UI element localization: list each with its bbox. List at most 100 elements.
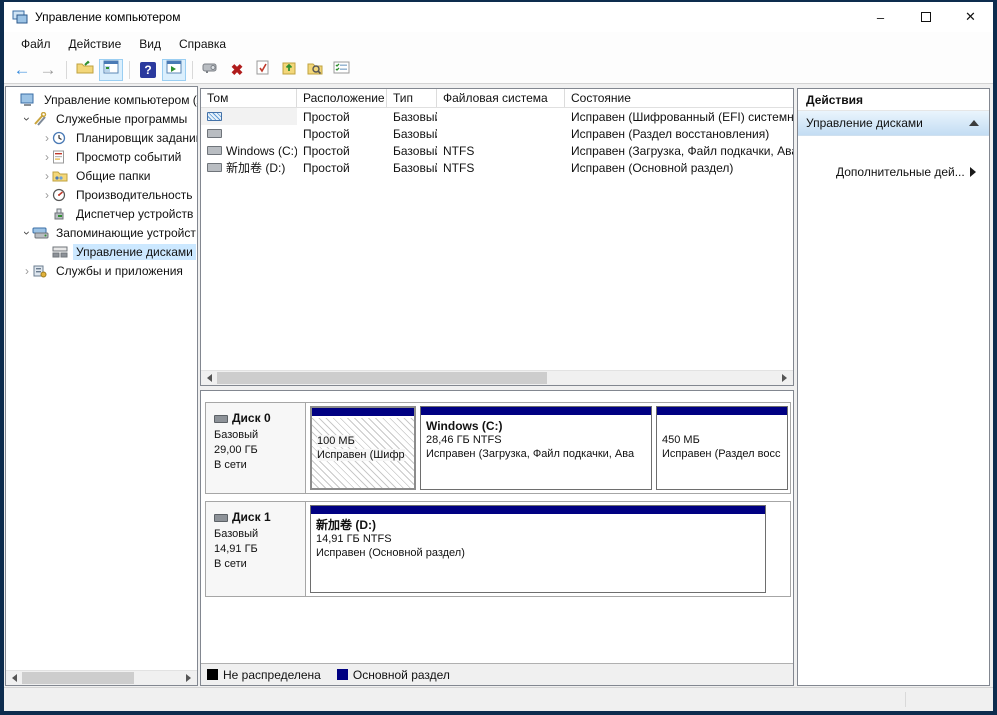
volume-type: Базовый	[387, 159, 437, 176]
disk-1-label[interactable]: Диск 1 Базовый 14,91 ГБ В сети	[206, 502, 306, 596]
partition-size: 28,46 ГБ NTFS	[426, 433, 646, 447]
disk-0-partitions: 100 МБ Исправен (Шифр Windows (C:) 28,46…	[307, 403, 790, 493]
partition-recovery[interactable]: 450 МБ Исправен (Раздел восс	[656, 406, 788, 490]
submenu-arrow-icon	[970, 167, 981, 177]
volume-icon	[207, 112, 222, 121]
scroll-right-icon[interactable]	[778, 371, 793, 385]
more-actions-item[interactable]: Дополнительные дей...	[798, 162, 989, 182]
properties-button[interactable]	[251, 59, 275, 81]
tree-item-label: Общие папки	[73, 168, 153, 184]
scrollbar-thumb[interactable]	[217, 372, 547, 384]
partition-efi[interactable]: 100 МБ Исправен (Шифр	[310, 406, 416, 490]
expander-icon[interactable]: ›	[42, 131, 52, 145]
scroll-right-icon[interactable]	[182, 671, 197, 685]
tree-item-device-manager[interactable]: › Диспетчер устройств	[6, 204, 197, 223]
maximize-button[interactable]	[903, 2, 948, 32]
expander-icon[interactable]: ›	[42, 188, 52, 202]
expander-icon[interactable]: ›	[20, 114, 34, 124]
expander-icon[interactable]: ›	[42, 169, 52, 183]
disk-status: В сети	[214, 557, 305, 572]
tree-item-storage[interactable]: › Запоминающие устройст	[6, 223, 197, 242]
window-title: Управление компьютером	[35, 10, 858, 24]
scroll-left-icon[interactable]	[6, 671, 21, 685]
tree-item-system-tools[interactable]: › Служебные программы	[6, 109, 197, 128]
partition-windows-c[interactable]: Windows (C:) 28,46 ГБ NTFS Исправен (Заг…	[420, 406, 652, 490]
volume-icon	[207, 163, 222, 172]
up-folder-button[interactable]	[73, 59, 97, 81]
console-window-button[interactable]	[199, 59, 223, 81]
volume-row-recovery[interactable]: Простой Базовый Исправен (Раздел восстан…	[201, 125, 793, 142]
app-icon	[12, 10, 28, 25]
actions-disk-management-section[interactable]: Управление дисками	[798, 111, 989, 136]
column-header-layout[interactable]: Расположение	[297, 89, 387, 107]
column-header-status[interactable]: Состояние	[565, 89, 793, 107]
disk-name: Диск 1	[232, 510, 271, 525]
volume-row-d[interactable]: 新加卷 (D:) Простой Базовый NTFS Исправен (…	[201, 159, 793, 176]
volume-row-windows-c[interactable]: Windows (C:) Простой Базовый NTFS Исправ…	[201, 142, 793, 159]
volume-list-horizontal-scrollbar[interactable]	[201, 370, 793, 385]
tree-item-label: Управление компьютером (л	[41, 92, 198, 108]
volume-row-efi[interactable]: Простой Базовый Исправен (Шифрованный (E…	[201, 108, 793, 125]
tree-item-shared-folders[interactable]: › Общие папки	[6, 166, 197, 185]
console-tree-button[interactable]	[99, 59, 123, 81]
volume-type: Базовый	[387, 108, 437, 125]
expander-icon[interactable]: ›	[42, 150, 52, 164]
disk-0-label[interactable]: Диск 0 Базовый 29,00 ГБ В сети	[206, 403, 306, 493]
volume-status: Исправен (Загрузка, Файл подкачки, Ава	[565, 142, 793, 159]
export-button[interactable]	[277, 59, 301, 81]
column-header-type[interactable]: Тип	[387, 89, 437, 107]
tree-item-disk-management[interactable]: › Управление дисками	[6, 242, 197, 261]
menu-file[interactable]: Файл	[12, 34, 60, 54]
delete-volume-button[interactable]: ✖	[225, 59, 249, 81]
volume-status: Исправен (Основной раздел)	[565, 159, 793, 176]
partition-status: Исправен (Основной раздел)	[316, 546, 760, 560]
partition-title: Windows (C:)	[426, 419, 646, 433]
scroll-left-icon[interactable]	[201, 371, 216, 385]
unallocated-color-swatch	[207, 669, 218, 680]
graphical-view-pane: Диск 0 Базовый 29,00 ГБ В сети 100 МБ Ис…	[200, 390, 794, 686]
legend-bar: Не распределена Основной раздел	[201, 663, 793, 685]
show-hide-action-pane-icon	[166, 60, 182, 79]
tree-horizontal-scrollbar[interactable]	[6, 670, 197, 685]
menu-action[interactable]: Действие	[60, 34, 131, 54]
help-button[interactable]: ?	[136, 59, 160, 81]
task-scheduler-icon	[52, 131, 69, 145]
tree-item-services-applications[interactable]: › Службы и приложения	[6, 261, 197, 280]
menu-help[interactable]: Справка	[170, 34, 235, 54]
tree-item-computer-management[interactable]: › Управление компьютером (л	[6, 90, 197, 109]
partition-status: Исправен (Загрузка, Файл подкачки, Ава	[426, 447, 646, 461]
close-button[interactable]: ✕	[948, 2, 993, 32]
computer-icon	[20, 93, 37, 107]
column-header-filesystem[interactable]: Файловая система	[437, 89, 565, 107]
disk-name: Диск 0	[232, 411, 271, 426]
menu-bar: Файл Действие Вид Справка	[4, 32, 993, 56]
tree-item-label: Управление дисками	[73, 244, 196, 260]
volume-filesystem: NTFS	[437, 142, 565, 159]
console-window-icon	[202, 61, 220, 79]
minimize-button[interactable]: –	[858, 2, 903, 32]
find-button[interactable]	[303, 59, 327, 81]
tree-item-task-scheduler[interactable]: › Планировщик заданий	[6, 128, 197, 147]
forward-icon: →	[40, 61, 57, 78]
menu-view[interactable]: Вид	[130, 34, 170, 54]
volume-icon	[207, 129, 222, 138]
column-header-volume[interactable]: Том	[201, 89, 297, 107]
forward-button[interactable]: →	[36, 59, 60, 81]
expander-icon[interactable]: ›	[20, 228, 34, 238]
partition-color-bar	[657, 407, 787, 416]
partition-d[interactable]: 新加卷 (D:) 14,91 ГБ NTFS Исправен (Основно…	[310, 505, 766, 593]
checklist-button[interactable]	[329, 59, 353, 81]
disk-0-row: Диск 0 Базовый 29,00 ГБ В сети 100 МБ Ис…	[205, 402, 791, 494]
scrollbar-thumb[interactable]	[22, 672, 134, 684]
volume-filesystem	[437, 108, 565, 125]
show-hide-action-pane-button[interactable]	[162, 59, 186, 81]
partition-size: 450 МБ	[662, 433, 782, 447]
back-button[interactable]: ←	[10, 59, 34, 81]
disk-status: В сети	[214, 458, 305, 473]
expander-icon[interactable]: ›	[22, 264, 32, 278]
tree-item-performance[interactable]: › Производительность	[6, 185, 197, 204]
device-manager-icon	[52, 207, 69, 221]
tree-item-event-viewer[interactable]: › Просмотр событий	[6, 147, 197, 166]
actions-panel: Действия Управление дисками Дополнительн…	[797, 88, 990, 686]
collapse-icon[interactable]	[969, 115, 979, 126]
